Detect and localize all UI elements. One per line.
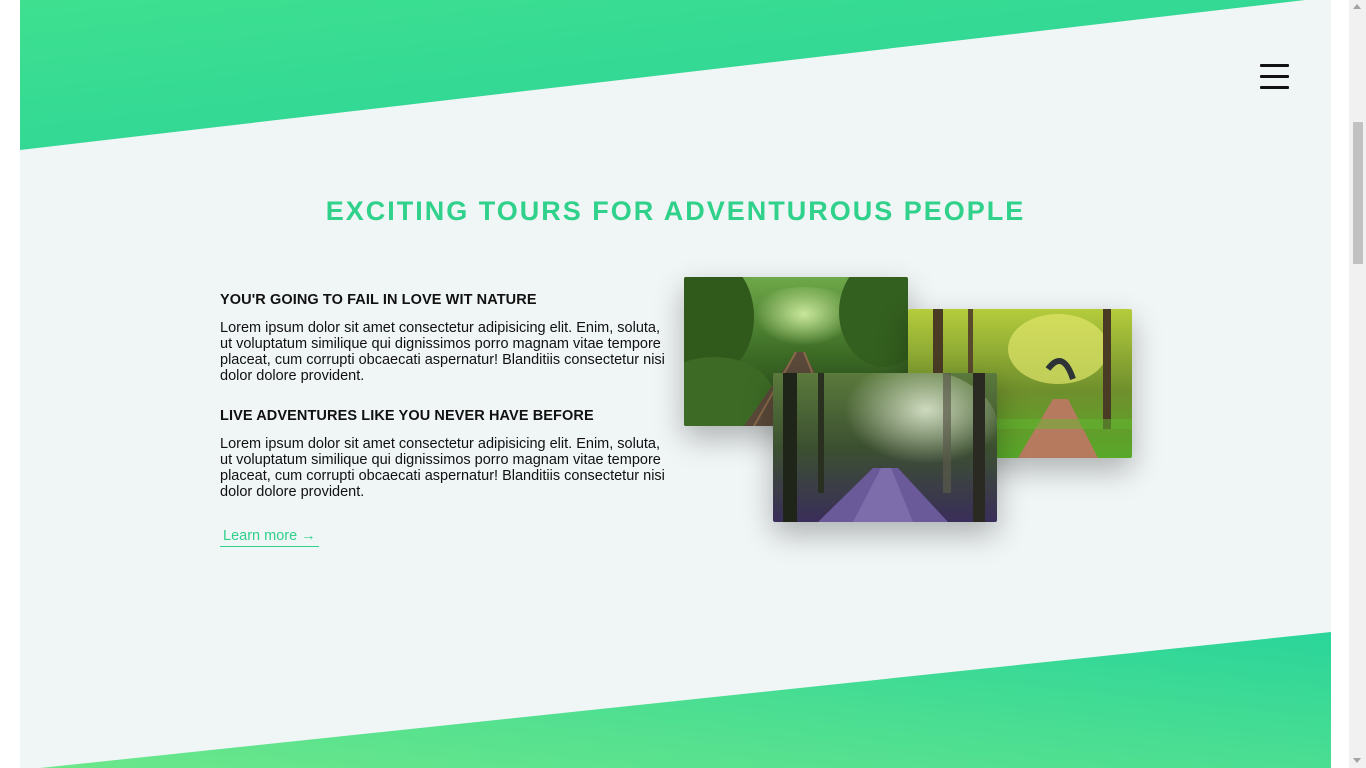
hamburger-menu-icon[interactable]: [1260, 64, 1290, 92]
learn-more-link[interactable]: Learn more →: [220, 528, 319, 547]
page: EXCITING TOURS FOR ADVENTUROUS PEOPLE YO…: [20, 0, 1331, 768]
block-2-title: LIVE ADVENTURES LIKE YOU NEVER HAVE BEFO…: [220, 408, 594, 424]
scroll-down-arrow-icon[interactable]: [1353, 758, 1361, 763]
scrollbar-thumb[interactable]: [1353, 122, 1363, 264]
photo-misty-forest-road[interactable]: [773, 373, 997, 522]
vertical-scrollbar[interactable]: [1349, 0, 1366, 768]
block-1-body: Lorem ipsum dolor sit amet consectetur a…: [220, 320, 665, 384]
bottom-green-band: [40, 632, 1331, 768]
block-2-body: Lorem ipsum dolor sit amet consectetur a…: [220, 436, 665, 500]
block-1-title: YOU'R GOING TO FAIL IN LOVE WIT NATURE: [220, 292, 537, 308]
scroll-up-arrow-icon[interactable]: [1353, 4, 1361, 9]
text-column: YOU'R GOING TO FAIL IN LOVE WIT NATURE L…: [220, 292, 665, 547]
top-green-band: [20, 0, 1305, 150]
section-heading: EXCITING TOURS FOR ADVENTUROUS PEOPLE: [325, 196, 1026, 226]
